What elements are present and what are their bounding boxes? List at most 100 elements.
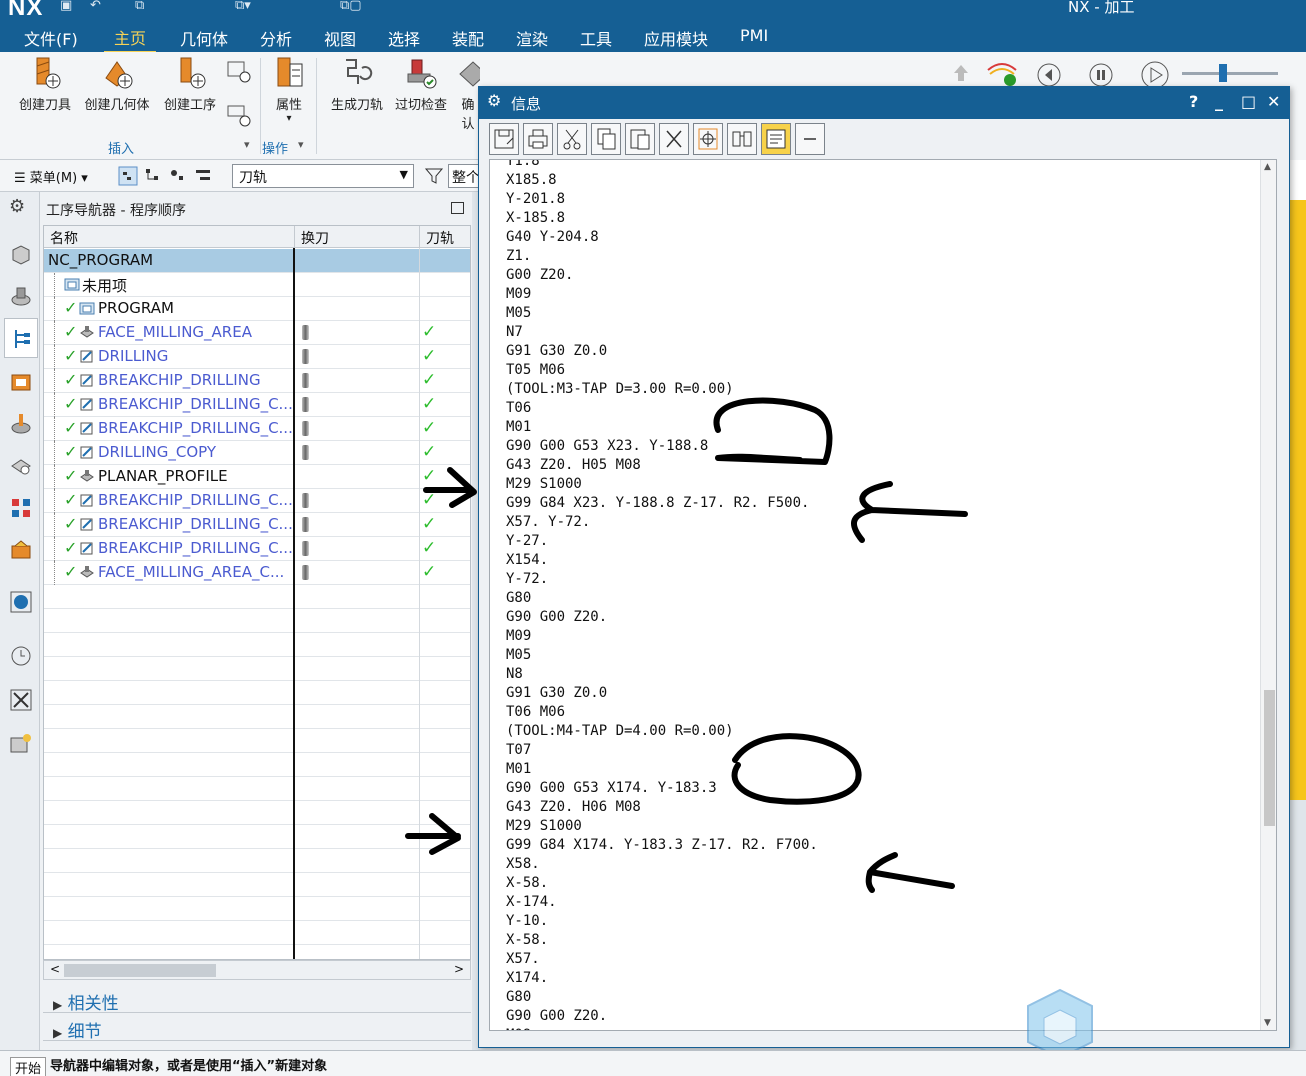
menu-pmi[interactable]: PMI	[740, 26, 768, 45]
collapse-button[interactable]	[795, 123, 825, 155]
operation-navigator-tab[interactable]	[4, 318, 38, 358]
gouge-check-button[interactable]: 过切检查	[390, 56, 452, 113]
constraint-navigator-icon[interactable]	[9, 284, 33, 308]
vertical-scroll-thumb[interactable]	[1264, 690, 1275, 826]
menu-render[interactable]: 渲染	[516, 26, 548, 50]
filter-icon[interactable]	[118, 166, 138, 186]
method-icon[interactable]	[226, 58, 252, 84]
machine-navigator-icon[interactable]	[9, 370, 33, 394]
menu-analysis[interactable]: 分析	[260, 26, 292, 50]
save-icon[interactable]: ▣	[60, 0, 72, 13]
settings-gear-icon[interactable]: ⚙	[9, 196, 33, 220]
menu-file[interactable]: 文件(F)	[24, 26, 78, 50]
horizontal-scrollbar[interactable]: < >	[43, 960, 471, 980]
tree-row[interactable]: ✓ PROGRAM	[44, 297, 470, 321]
menu-app-modules[interactable]: 应用模块	[644, 26, 708, 50]
cut-button[interactable]	[557, 123, 587, 155]
tree-row[interactable]: ✓ BREAKCHIP_DRILLING_C... ✓	[44, 513, 470, 537]
process-studio-icon[interactable]	[9, 688, 33, 712]
tree-row[interactable]: ✓ FACE_MILLING_AREA ✓	[44, 321, 470, 345]
paste-button[interactable]	[625, 123, 655, 155]
minimize-button[interactable]: _	[1215, 92, 1223, 111]
create-operation-button[interactable]: 创建工序	[158, 56, 222, 113]
save-button[interactable]	[489, 123, 519, 155]
tree-row[interactable]: NC_PROGRAM	[44, 249, 470, 273]
gear-icon[interactable]: ⚙	[487, 91, 501, 110]
rewind-icon[interactable]	[1036, 62, 1062, 88]
hierarchy-icon[interactable]	[143, 166, 163, 186]
tree-row[interactable]: ✓ BREAKCHIP_DRILLING_C... ✓	[44, 537, 470, 561]
tree-row[interactable]: ✓ BREAKCHIP_DRILLING_C... ✓	[44, 489, 470, 513]
hd3d-tools-icon[interactable]	[9, 538, 33, 562]
machining-feature-icon[interactable]	[9, 412, 33, 436]
window-menu-icon[interactable]: ⧉▾	[235, 0, 251, 13]
quick-access-icon[interactable]: ⧉	[135, 0, 144, 13]
maximize-button[interactable]: □	[1241, 92, 1256, 111]
info-text-area[interactable]: Y1.8 X185.8 Y-201.8 X-185.8 G40 Y-204.8 …	[489, 159, 1277, 1031]
assembly-navigator-icon[interactable]	[9, 242, 33, 266]
start-button[interactable]: 开始	[10, 1057, 47, 1076]
tree-row[interactable]: ✓ PLANAR_PROFILE ✓	[44, 465, 470, 489]
tree-row[interactable]: ✓ DRILLING_COPY ✓	[44, 441, 470, 465]
empty-row	[44, 849, 470, 873]
scroll-thumb[interactable]	[64, 964, 216, 977]
create-geometry-button[interactable]: 创建几何体	[80, 56, 154, 113]
tree-row[interactable]: ✓ BREAKCHIP_DRILLING_C... ✓	[44, 393, 470, 417]
close-button[interactable]: ✕	[1267, 92, 1280, 111]
funnel-icon[interactable]	[424, 166, 444, 186]
find-button[interactable]	[727, 123, 757, 155]
properties-button[interactable]: 属性 ▾	[266, 56, 312, 124]
tree-row[interactable]: 未用项	[44, 273, 470, 297]
locate-button[interactable]	[693, 123, 723, 155]
insert-group-expand-icon[interactable]: ▾	[244, 138, 250, 151]
generate-path-button[interactable]: 生成刀轨	[326, 56, 388, 113]
scroll-left-icon[interactable]: <	[50, 962, 60, 976]
menu-home[interactable]: 主页	[104, 25, 157, 53]
delete-button[interactable]	[659, 123, 689, 155]
menu-assembly[interactable]: 装配	[452, 26, 484, 50]
speed-slider[interactable]	[1182, 72, 1278, 75]
print-button[interactable]	[523, 123, 553, 155]
scroll-right-icon[interactable]: >	[454, 962, 464, 976]
verify-icon[interactable]	[986, 58, 1020, 88]
tree-row[interactable]: ✓ BREAKCHIP_DRILLING_C... ✓	[44, 417, 470, 441]
copy-button[interactable]	[591, 123, 621, 155]
help-button[interactable]: ?	[1189, 92, 1198, 111]
roles-icon[interactable]	[9, 732, 33, 756]
undo-icon[interactable]: ↶	[90, 0, 101, 13]
pause-icon[interactable]	[1088, 62, 1114, 88]
arrow-up-icon[interactable]	[950, 62, 972, 84]
scroll-up-icon[interactable]: ▲	[1264, 162, 1271, 172]
operation-group-expand-icon[interactable]: ▾	[298, 138, 304, 151]
method-view-icon[interactable]	[193, 166, 213, 186]
program-group-icon[interactable]	[226, 102, 252, 128]
menu-geometry[interactable]: 几何体	[180, 26, 228, 50]
history-clock-icon[interactable]	[9, 644, 33, 668]
tree-row[interactable]: ✓ DRILLING ✓	[44, 345, 470, 369]
path-filter-select[interactable]: 刀轨 ▼	[232, 164, 414, 188]
tree-row[interactable]: ✓ BREAKCHIP_DRILLING ✓	[44, 369, 470, 393]
menu-select[interactable]: 选择	[388, 26, 420, 50]
tool-view-icon[interactable]	[168, 166, 188, 186]
menu-view[interactable]: 视图	[324, 26, 356, 50]
info-title-bar[interactable]: ⚙ 信息 ? _ □ ✕	[479, 87, 1289, 119]
graphics-window-part[interactable]	[1288, 200, 1306, 800]
window-switch-icon[interactable]: ⧉▢	[340, 0, 362, 13]
details-section[interactable]: ▶ 细节	[43, 1015, 471, 1042]
speed-slider-thumb[interactable]	[1219, 64, 1227, 82]
column-header-toolpath[interactable]: 刀轨	[419, 226, 470, 248]
column-header-name[interactable]: 名称	[44, 226, 294, 248]
reuse-library-icon[interactable]	[9, 496, 33, 520]
menu-tools[interactable]: 工具	[580, 26, 612, 50]
feature-navigator-icon[interactable]	[9, 454, 33, 478]
menu-button[interactable]: ☰ 菜单(M) ▾	[14, 167, 88, 186]
wrap-button[interactable]	[761, 123, 791, 155]
tree-row[interactable]: ✓ FACE_MILLING_AREA_C... ✓	[44, 561, 470, 585]
confirm-button[interactable]: 确认	[456, 56, 480, 132]
vertical-scrollbar[interactable]: ▲ ▼	[1260, 160, 1276, 1030]
create-tool-button[interactable]: 创建刀具	[14, 56, 76, 113]
maximize-icon[interactable]	[451, 202, 464, 214]
web-browser-icon[interactable]	[9, 590, 33, 614]
column-header-tool-change[interactable]: 换刀	[294, 226, 419, 248]
dependencies-section[interactable]: ▶ 相关性	[43, 987, 471, 1014]
